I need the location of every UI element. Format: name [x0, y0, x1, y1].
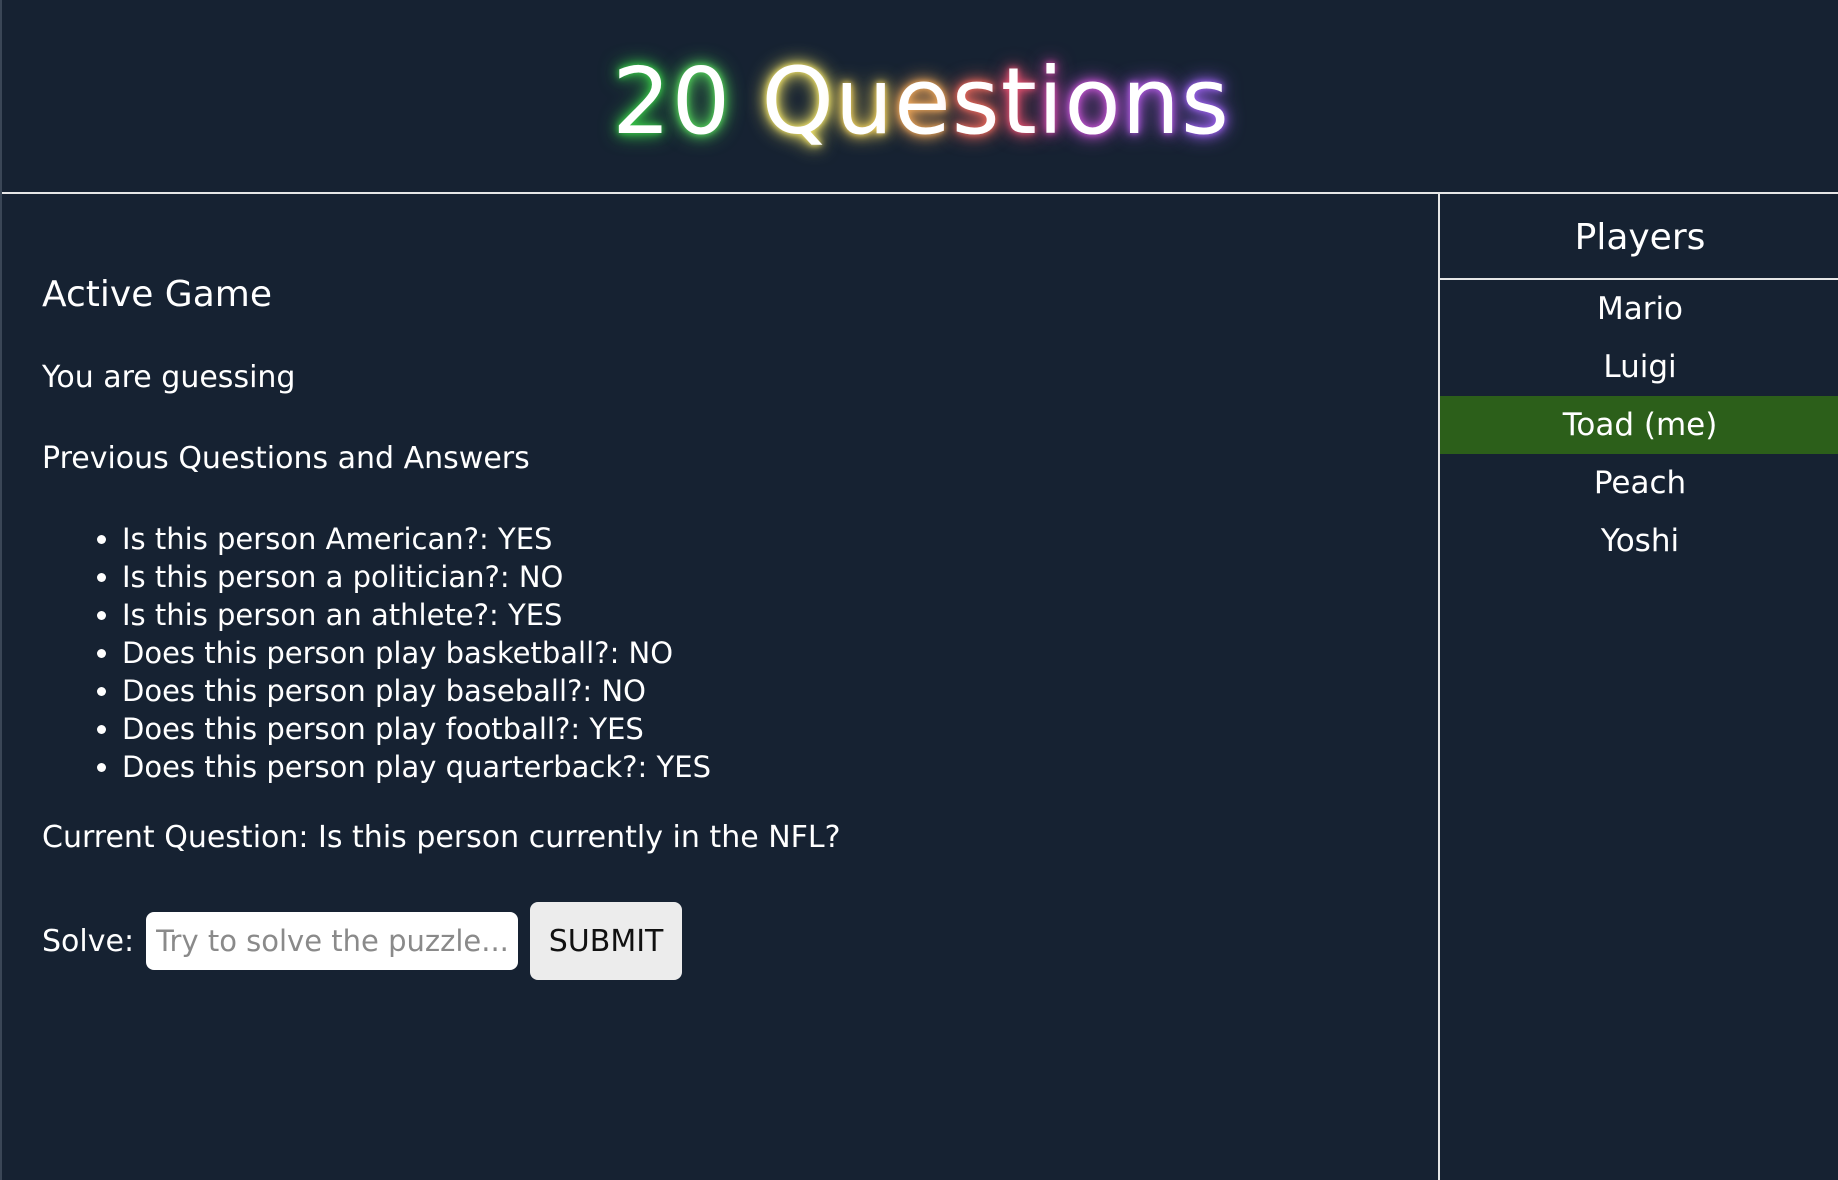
players-title: Players [1440, 194, 1838, 280]
qa-item: Is this person American?: YES [122, 520, 711, 558]
qa-item: Does this person play quarterback?: YES [122, 748, 711, 786]
section-title: Active Game [42, 274, 272, 315]
players-sidebar: Players Mario Luigi Toad (me) Peach Yosh… [1440, 194, 1838, 1180]
player-item-mario[interactable]: Mario [1440, 280, 1838, 338]
app-title: 20 Questions [612, 50, 1230, 154]
title-char: i [1037, 48, 1065, 155]
player-item-luigi[interactable]: Luigi [1440, 338, 1838, 396]
qa-list: Is this person American?: YES Is this pe… [82, 520, 711, 786]
title-char [731, 48, 761, 155]
qa-item: Is this person an athlete?: YES [122, 596, 711, 634]
current-question: Current Question: Is this person current… [42, 820, 841, 855]
solve-label: Solve: [42, 923, 135, 959]
previous-qa-title: Previous Questions and Answers [42, 441, 530, 476]
solve-input[interactable] [146, 912, 519, 970]
solve-row: Solve: SUBMIT [42, 902, 683, 980]
app-header: 20 Questions [2, 0, 1838, 194]
title-char: 0 [671, 48, 732, 155]
title-char: s [1180, 48, 1230, 155]
role-text: You are guessing [42, 360, 296, 395]
game-panel: Active Game You are guessing Previous Qu… [2, 194, 1440, 1180]
title-char: n [1121, 48, 1181, 155]
qa-item: Does this person play football?: YES [122, 710, 711, 748]
title-char: o [1064, 48, 1122, 155]
player-item-toad[interactable]: Toad (me) [1440, 396, 1838, 454]
title-char: 2 [612, 48, 672, 155]
player-item-peach[interactable]: Peach [1440, 454, 1838, 512]
player-item-yoshi[interactable]: Yoshi [1440, 512, 1838, 570]
qa-item: Is this person a politician?: NO [122, 558, 711, 596]
qa-item: Does this person play basketball?: NO [122, 634, 711, 672]
title-char: u [834, 48, 895, 155]
submit-button[interactable]: SUBMIT [530, 902, 683, 980]
title-char: t [1000, 48, 1038, 155]
app-frame: 20 Questions Active Game You are guessin… [0, 0, 1838, 1180]
player-list: Mario Luigi Toad (me) Peach Yoshi [1440, 280, 1838, 570]
title-char: e [894, 48, 952, 155]
qa-item: Does this person play baseball?: NO [122, 672, 711, 710]
title-char: Q [761, 48, 835, 155]
title-char: s [951, 48, 1001, 155]
